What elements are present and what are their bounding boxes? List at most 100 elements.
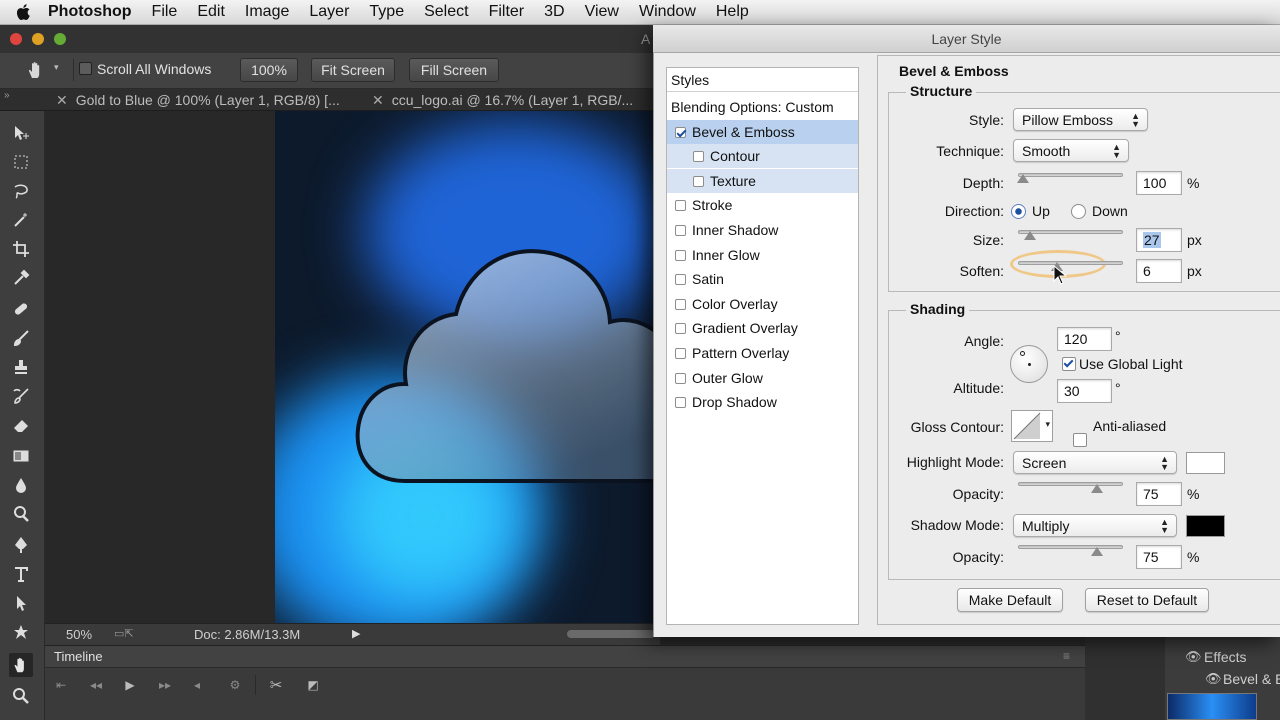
play-icon[interactable]: ▶ bbox=[120, 677, 140, 693]
gloss-contour-picker[interactable]: ▾ bbox=[1011, 410, 1053, 442]
shadow-opacity-input[interactable]: 75 bbox=[1136, 545, 1182, 569]
menu-image[interactable]: Image bbox=[245, 3, 289, 21]
dialog-title[interactable]: Layer Style bbox=[653, 25, 1280, 53]
zoom-level[interactable]: 50% bbox=[66, 627, 92, 642]
history-brush-tool-icon[interactable] bbox=[9, 384, 33, 408]
layer-thumbnail[interactable] bbox=[1167, 693, 1257, 720]
highlight-opacity-slider[interactable] bbox=[1018, 482, 1123, 486]
hand-tool-icon[interactable] bbox=[9, 653, 33, 677]
gradient-tool-icon[interactable] bbox=[9, 444, 33, 468]
eyedropper-tool-icon[interactable] bbox=[9, 266, 33, 290]
menu-edit[interactable]: Edit bbox=[197, 3, 225, 21]
blur-tool-icon[interactable] bbox=[9, 473, 33, 497]
panel-menu-icon[interactable]: ≡ bbox=[1063, 649, 1070, 663]
inner-shadow-checkbox[interactable] bbox=[675, 224, 686, 236]
marquee-tool-icon[interactable] bbox=[9, 150, 33, 174]
horizontal-scrollbar[interactable] bbox=[567, 630, 655, 638]
styles-header[interactable]: Styles bbox=[667, 68, 858, 92]
zoom-100-button[interactable]: 100% bbox=[240, 58, 298, 82]
depth-slider[interactable] bbox=[1018, 173, 1123, 177]
direction-up-radio[interactable] bbox=[1011, 204, 1026, 219]
direction-up-label[interactable]: Up bbox=[1032, 203, 1050, 219]
highlight-color-swatch[interactable] bbox=[1186, 452, 1225, 474]
audio-icon[interactable]: ◂ bbox=[187, 677, 207, 693]
visibility-eye-icon[interactable]: 👁 bbox=[1205, 671, 1222, 687]
style-item-gradient-overlay[interactable]: Gradient Overlay bbox=[667, 316, 858, 340]
move-tool-icon[interactable] bbox=[9, 121, 33, 145]
style-item-bevel-emboss[interactable]: Bevel & Emboss bbox=[667, 120, 858, 144]
timeline-title[interactable]: Timeline bbox=[54, 649, 103, 664]
highlight-opacity-input[interactable]: 75 bbox=[1136, 482, 1182, 506]
dodge-tool-icon[interactable] bbox=[9, 502, 33, 526]
layer-effects-label[interactable]: Effects bbox=[1204, 649, 1247, 665]
use-global-light-label[interactable]: Use Global Light bbox=[1079, 356, 1183, 372]
menu-view[interactable]: View bbox=[585, 3, 619, 21]
menu-3d[interactable]: 3D bbox=[544, 3, 564, 21]
texture-checkbox[interactable] bbox=[693, 175, 704, 187]
angle-dial[interactable] bbox=[1010, 345, 1048, 383]
fit-screen-button[interactable]: Fit Screen bbox=[311, 58, 395, 82]
scroll-all-windows-checkbox[interactable] bbox=[79, 62, 92, 75]
preset-dropdown-icon[interactable]: ▾ bbox=[54, 62, 59, 73]
shape-tool-icon[interactable] bbox=[9, 620, 33, 644]
eraser-tool-icon[interactable] bbox=[9, 413, 33, 437]
apple-icon[interactable] bbox=[14, 3, 34, 21]
highlight-mode-select[interactable]: Screen ▲ ▼ bbox=[1013, 451, 1177, 474]
anti-aliased-checkbox[interactable] bbox=[1073, 433, 1087, 447]
visibility-eye-icon[interactable]: 👁 bbox=[1185, 649, 1202, 665]
shadow-color-swatch[interactable] bbox=[1186, 515, 1225, 537]
menu-filter[interactable]: Filter bbox=[489, 3, 525, 21]
zoom-tool-icon[interactable] bbox=[9, 684, 33, 708]
close-window-icon[interactable] bbox=[10, 33, 22, 45]
document-canvas[interactable] bbox=[275, 111, 655, 623]
gradient-overlay-checkbox[interactable] bbox=[675, 322, 686, 334]
outer-glow-checkbox[interactable] bbox=[675, 372, 686, 384]
next-frame-icon[interactable]: ▸▸ bbox=[155, 677, 175, 693]
menu-type[interactable]: Type bbox=[369, 3, 404, 21]
style-item-texture[interactable]: Texture bbox=[667, 169, 858, 193]
crop-tool-icon[interactable] bbox=[9, 237, 33, 261]
pattern-overlay-checkbox[interactable] bbox=[675, 347, 686, 359]
shadow-opacity-thumb[interactable] bbox=[1090, 547, 1103, 556]
type-tool-icon[interactable] bbox=[9, 562, 33, 586]
path-selection-tool-icon[interactable] bbox=[9, 591, 33, 615]
menu-layer[interactable]: Layer bbox=[309, 3, 349, 21]
direction-down-label[interactable]: Down bbox=[1092, 203, 1128, 219]
zoom-window-icon[interactable] bbox=[54, 33, 66, 45]
size-input[interactable]: 27 bbox=[1136, 228, 1182, 252]
menu-select[interactable]: Select bbox=[424, 3, 468, 21]
minimize-window-icon[interactable] bbox=[32, 33, 44, 45]
satin-checkbox[interactable] bbox=[675, 273, 686, 285]
scissors-icon[interactable]: ✂ bbox=[266, 677, 286, 694]
healing-brush-tool-icon[interactable] bbox=[9, 297, 33, 321]
status-menu-arrow-icon[interactable]: ▶ bbox=[352, 627, 360, 640]
close-tab-icon[interactable]: ✕ bbox=[372, 92, 384, 109]
transition-icon[interactable]: ◩ bbox=[303, 677, 323, 693]
previous-frame-icon[interactable]: ◂◂ bbox=[86, 677, 106, 693]
style-item-inner-shadow[interactable]: Inner Shadow bbox=[667, 218, 858, 242]
reset-to-default-button[interactable]: Reset to Default bbox=[1085, 588, 1209, 612]
style-item-pattern-overlay[interactable]: Pattern Overlay bbox=[667, 341, 858, 365]
magic-wand-tool-icon[interactable] bbox=[9, 208, 33, 232]
style-item-stroke[interactable]: Stroke bbox=[667, 193, 858, 217]
menu-window[interactable]: Window bbox=[639, 3, 696, 21]
style-item-satin[interactable]: Satin bbox=[667, 267, 858, 291]
style-item-contour[interactable]: Contour bbox=[667, 144, 858, 168]
bevel-emboss-checkbox[interactable] bbox=[675, 126, 686, 138]
size-slider-thumb[interactable] bbox=[1023, 231, 1036, 240]
depth-slider-thumb[interactable] bbox=[1017, 174, 1030, 183]
hand-tool-preset-icon[interactable] bbox=[26, 60, 46, 80]
blending-options-item[interactable]: Blending Options: Custom bbox=[667, 95, 858, 119]
menu-app-name[interactable]: Photoshop bbox=[48, 3, 132, 21]
doc-tab-gold-to-blue[interactable]: ✕ Gold to Blue @ 100% (Layer 1, RGB/8) [… bbox=[56, 89, 356, 111]
shadow-mode-select[interactable]: Multiply ▲ ▼ bbox=[1013, 514, 1177, 537]
menu-file[interactable]: File bbox=[152, 3, 178, 21]
drop-shadow-checkbox[interactable] bbox=[675, 396, 686, 408]
color-overlay-checkbox[interactable] bbox=[675, 298, 686, 310]
make-default-button[interactable]: Make Default bbox=[957, 588, 1063, 612]
contour-checkbox[interactable] bbox=[693, 150, 704, 162]
anti-aliased-label[interactable]: Anti-aliased bbox=[1093, 418, 1166, 434]
technique-select[interactable]: Smooth ▲ ▼ bbox=[1013, 139, 1129, 162]
brush-tool-icon[interactable] bbox=[9, 326, 33, 350]
first-frame-icon[interactable]: ⇤ bbox=[51, 677, 71, 693]
